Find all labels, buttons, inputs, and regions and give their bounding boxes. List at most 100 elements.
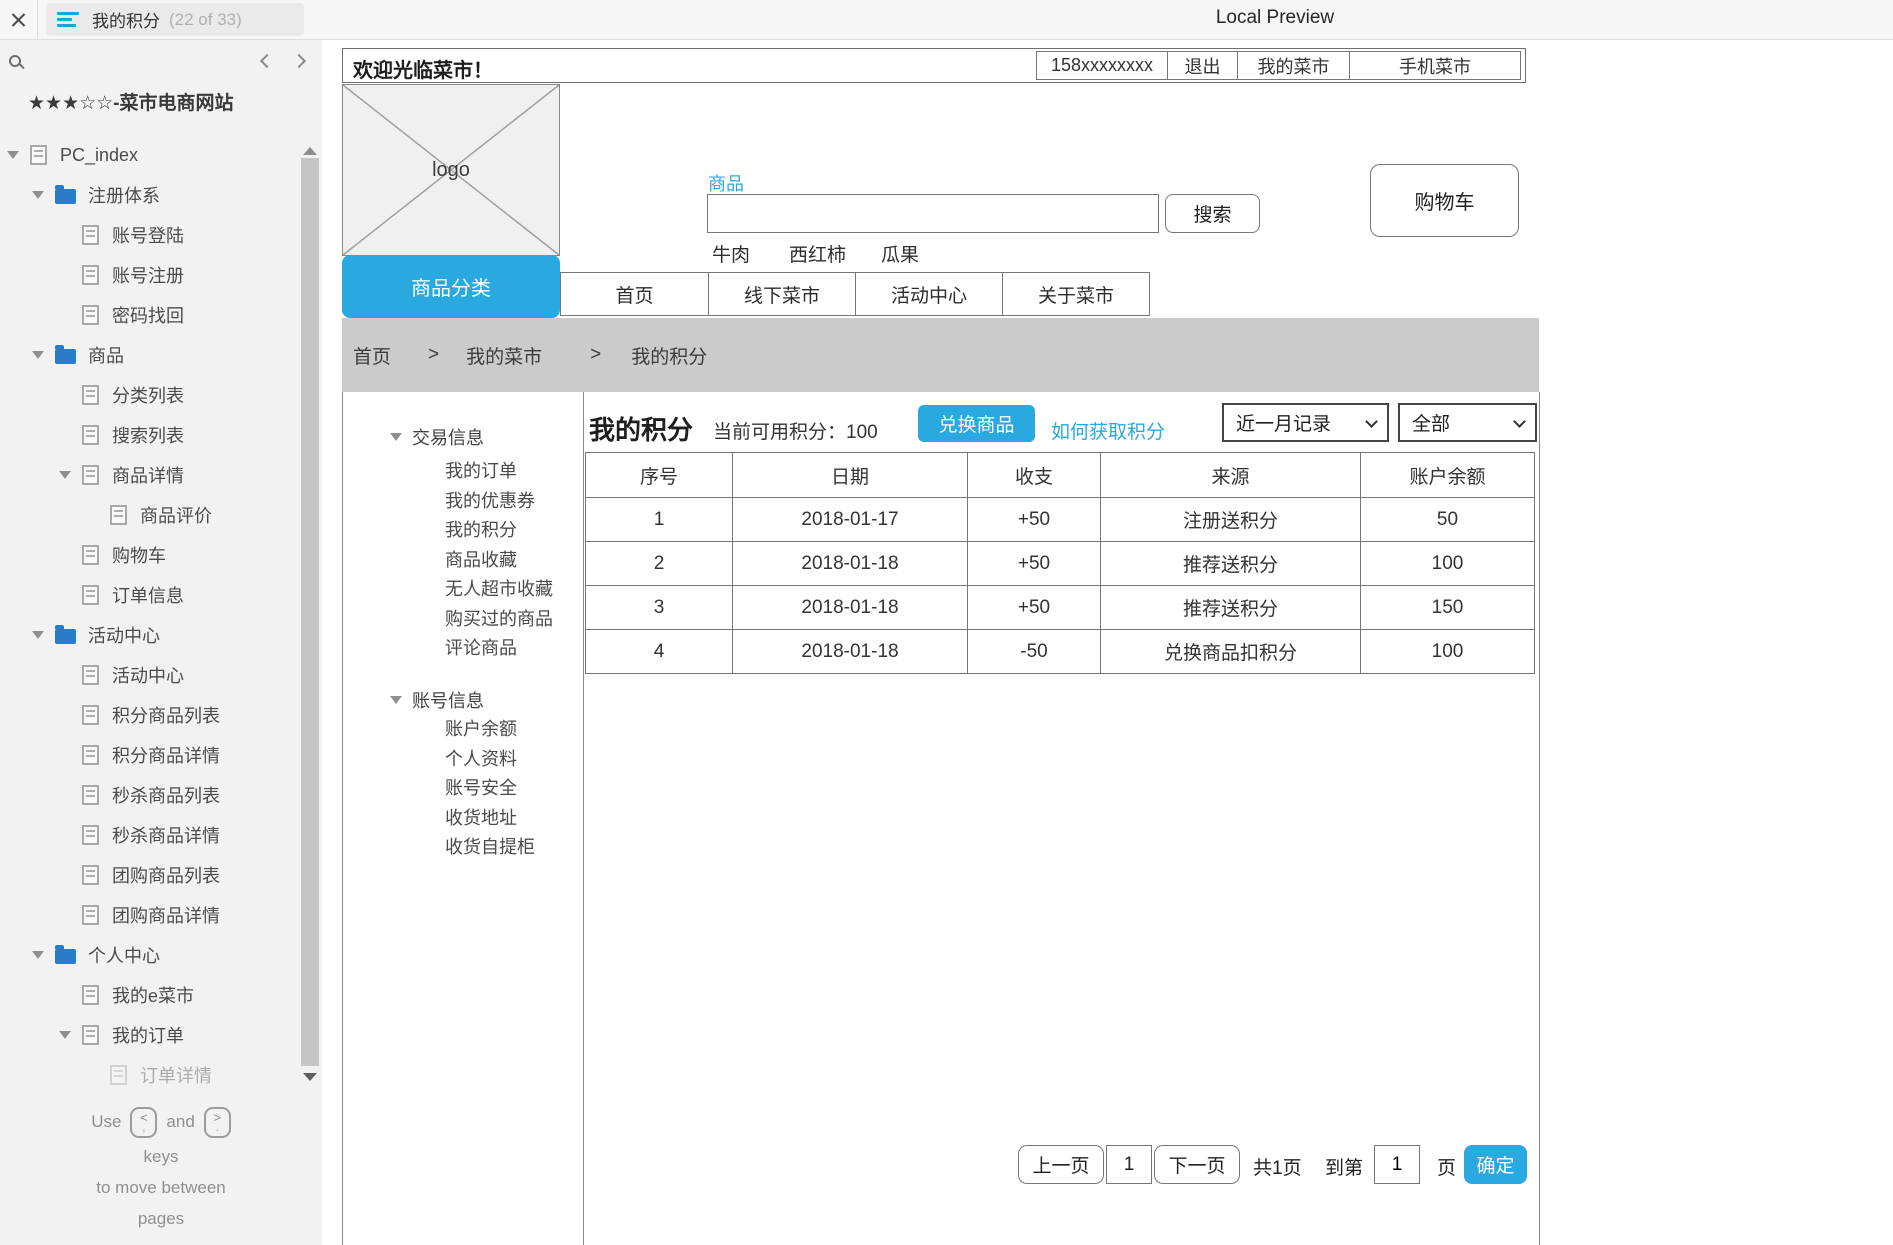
search-category-link[interactable]: 商品 [708, 170, 744, 196]
cart-button[interactable]: 购物车 [1370, 164, 1519, 237]
menu-item-my-orders[interactable]: 我的订单 [445, 457, 553, 487]
tree-item-label: 积分商品详情 [112, 742, 220, 768]
my-market-link[interactable]: 我的菜市 [1237, 52, 1349, 79]
tree-item[interactable]: 活动中心 [0, 615, 300, 655]
tree-item[interactable]: 商品详情 [0, 455, 300, 495]
menu-section-trade[interactable]: 交易信息 [390, 426, 553, 448]
prev-key-icon: <, [130, 1107, 157, 1138]
tree-item-label: 团购商品列表 [112, 862, 220, 888]
menu-item-profile[interactable]: 个人资料 [445, 745, 535, 775]
project-title: ★★★☆☆-菜市电商网站 [28, 88, 234, 115]
total-pages-label: 共1页 [1253, 1153, 1302, 1180]
breadcrumb-home[interactable]: 首页 [353, 342, 391, 369]
category-nav-button[interactable]: 商品分类 [342, 255, 560, 318]
user-phone-link[interactable]: 158xxxxxxxx [1037, 52, 1167, 79]
menu-section-account[interactable]: 账号信息 [390, 689, 535, 711]
page-unit-label: 页 [1437, 1153, 1456, 1180]
prev-page-button[interactable]: 上一页 [1018, 1145, 1104, 1184]
tree-item-label: 秒杀商品详情 [112, 822, 220, 848]
tree-item[interactable]: 注册体系 [0, 175, 300, 215]
page-title: 我的积分 [589, 410, 693, 447]
scrollbar-up-arrow[interactable] [303, 147, 317, 155]
folder-icon [55, 349, 76, 364]
nav-offline-market[interactable]: 线下菜市 [708, 273, 855, 315]
cell-balance: 100 [1361, 630, 1535, 674]
tree-item-label: 商品 [88, 342, 124, 368]
tree-item[interactable]: 密码找回 [0, 295, 300, 335]
table-row: 1 2018-01-17 +50 注册送积分 50 [586, 498, 1535, 542]
hot-word[interactable]: 牛肉 [712, 240, 750, 267]
next-page-icon[interactable] [292, 54, 306, 68]
nav-about[interactable]: 关于菜市 [1002, 273, 1149, 315]
tree-item[interactable]: 秒杀商品列表 [0, 775, 300, 815]
tree-item[interactable]: 购物车 [0, 535, 300, 575]
menu-item-store-favorites[interactable]: 无人超市收藏 [445, 575, 553, 605]
prev-page-icon[interactable] [260, 54, 274, 68]
expand-triangle-icon[interactable] [32, 351, 44, 359]
menu-item-my-points[interactable]: 我的积分 [445, 516, 553, 546]
scrollbar-down-arrow[interactable] [303, 1073, 317, 1081]
time-filter-select[interactable]: 近一月记录 [1222, 403, 1389, 442]
menu-item-reviews[interactable]: 评论商品 [445, 634, 553, 664]
menu-item-purchased[interactable]: 购买过的商品 [445, 605, 553, 635]
how-to-earn-link[interactable]: 如何获取积分 [1051, 417, 1165, 444]
tree-item[interactable]: 商品评价 [0, 495, 300, 535]
pages-menu-icon[interactable] [57, 12, 79, 27]
menu-item-favorites[interactable]: 商品收藏 [445, 546, 553, 576]
mobile-market-link[interactable]: 手机菜市 [1349, 52, 1520, 79]
page-icon [82, 305, 99, 325]
tree-item[interactable]: 搜索列表 [0, 415, 300, 455]
tree-item[interactable]: 团购商品列表 [0, 855, 300, 895]
type-filter-select[interactable]: 全部 [1398, 403, 1537, 442]
tree-item[interactable]: 个人中心 [0, 935, 300, 975]
menu-item-security[interactable]: 账号安全 [445, 774, 535, 804]
menu-item-balance[interactable]: 账户余额 [445, 715, 535, 745]
account-menu-panel: 交易信息 我的订单 我的优惠券 我的积分 商品收藏 无人超市收藏 购买过的商品 … [342, 392, 584, 1245]
tree-item[interactable]: PC_index [0, 135, 300, 175]
tree-item[interactable]: 积分商品详情 [0, 735, 300, 775]
logout-link[interactable]: 退出 [1167, 52, 1237, 79]
search-button[interactable]: 搜索 [1165, 194, 1260, 233]
page-icon [82, 705, 99, 725]
breadcrumb-my-points[interactable]: 我的积分 [631, 342, 707, 369]
hot-word[interactable]: 西红柿 [789, 240, 846, 267]
tree-item[interactable]: 账号注册 [0, 255, 300, 295]
exchange-goods-button[interactable]: 兑换商品 [918, 405, 1035, 442]
expand-triangle-icon[interactable] [59, 471, 71, 479]
tree-item[interactable]: 我的订单 [0, 1015, 300, 1055]
menu-item-pickup-locker[interactable]: 收货自提柜 [445, 833, 535, 863]
hot-word[interactable]: 瓜果 [881, 240, 919, 267]
tree-item[interactable]: 订单信息 [0, 575, 300, 615]
expand-triangle-icon[interactable] [7, 151, 19, 159]
search-input[interactable] [707, 194, 1159, 233]
scrollbar-thumb[interactable] [301, 158, 319, 1066]
tree-item[interactable]: 账号登陆 [0, 215, 300, 255]
tree-item[interactable]: 团购商品详情 [0, 895, 300, 935]
tree-item[interactable]: 秒杀商品详情 [0, 815, 300, 855]
tree-item[interactable]: 积分商品列表 [0, 695, 300, 735]
tree-item[interactable]: 商品 [0, 335, 300, 375]
tree-item[interactable]: 分类列表 [0, 375, 300, 415]
expand-triangle-icon[interactable] [32, 191, 44, 199]
menu-item-my-coupons[interactable]: 我的优惠券 [445, 487, 553, 517]
search-icon[interactable] [9, 55, 21, 67]
tree-item[interactable]: 活动中心 [0, 655, 300, 695]
close-icon [11, 12, 26, 27]
expand-triangle-icon[interactable] [32, 951, 44, 959]
cell-balance: 100 [1361, 542, 1535, 586]
tree-item[interactable]: 订单详情 [0, 1055, 300, 1095]
nav-home[interactable]: 首页 [561, 273, 708, 315]
goto-page-input[interactable] [1374, 1145, 1420, 1184]
close-button[interactable] [0, 0, 38, 39]
breadcrumb-my-market[interactable]: 我的菜市 [466, 342, 542, 369]
tree-item-label: 活动中心 [112, 662, 184, 688]
expand-triangle-icon[interactable] [59, 1031, 71, 1039]
tree-item[interactable]: 我的e菜市 [0, 975, 300, 1015]
cell-index: 4 [586, 630, 733, 674]
nav-activity-center[interactable]: 活动中心 [855, 273, 1002, 315]
next-page-button[interactable]: 下一页 [1154, 1145, 1240, 1184]
menu-item-address[interactable]: 收货地址 [445, 804, 535, 834]
expand-triangle-icon[interactable] [32, 631, 44, 639]
page-icon [82, 905, 99, 925]
confirm-button[interactable]: 确定 [1464, 1145, 1527, 1184]
